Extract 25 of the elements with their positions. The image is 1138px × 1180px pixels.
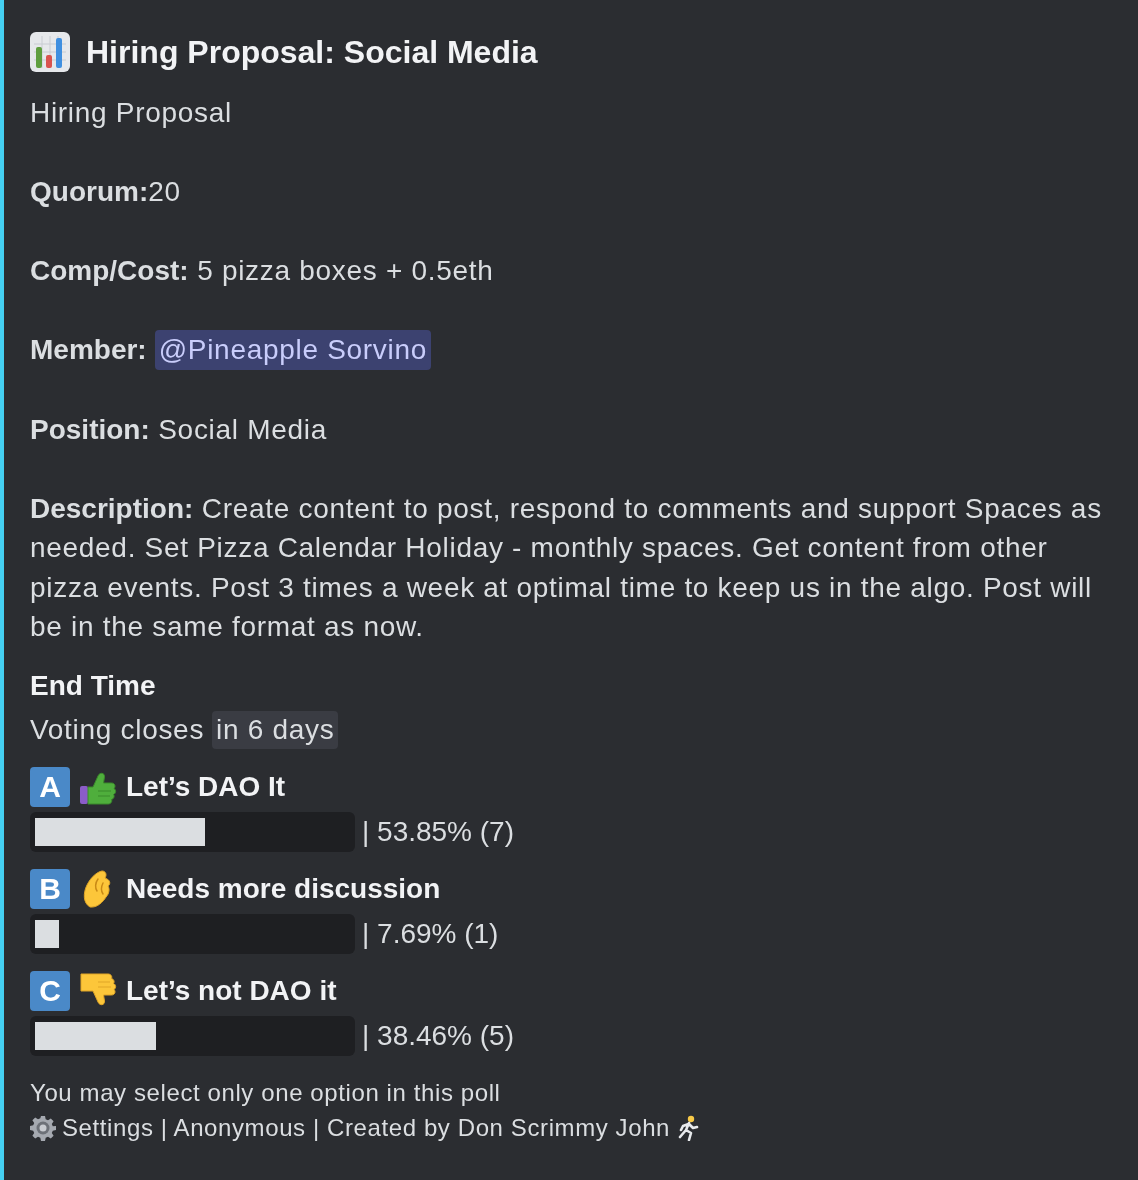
embed-text-line: Comp/Cost: 5 pizza boxes + 0.5eth bbox=[30, 254, 495, 288]
running-person-icon bbox=[676, 1114, 701, 1141]
option-label: Let’s DAO It bbox=[126, 770, 286, 805]
option-label: Needs more discussion bbox=[126, 872, 441, 907]
vote-result: | 53.85% (7) bbox=[362, 815, 515, 850]
field-name: End Time bbox=[30, 669, 157, 703]
option-letter: B bbox=[30, 869, 70, 909]
member-label: Member: bbox=[30, 334, 147, 365]
poll-meta: Settings | Anonymous | Created by Don Scrimmy John bbox=[62, 1113, 671, 1143]
embed-text-line: Hiring Proposal bbox=[30, 96, 233, 130]
vote-result: | 38.46% (5) bbox=[362, 1019, 515, 1054]
option-label: Let’s not DAO it bbox=[126, 974, 337, 1009]
relative-timestamp: in 6 days bbox=[212, 711, 339, 749]
poll-note: You may select only one option in this poll bbox=[30, 1078, 502, 1108]
vote-result: | 7.69% (1) bbox=[362, 917, 499, 952]
embed-text-line: Position: Social Media bbox=[30, 412, 328, 447]
embed-text-line: Quorum:20 bbox=[30, 175, 182, 209]
gear-icon bbox=[30, 1114, 56, 1141]
option-letter: C bbox=[30, 971, 70, 1011]
user-mention[interactable]: @Pineapple Sorvino bbox=[154, 330, 431, 370]
embed-title: Hiring Proposal: Social Media bbox=[86, 33, 538, 72]
bar-chart-icon bbox=[30, 32, 70, 72]
embed-text-line: Description: Create content to post, respond to comments and support Spaces as needed. Set Pizza Calendar Holiday - monthly spaces. Get content from other pizza events. Post 3 times a week at optimal time to keep us in the algo. Post will be in the same format as now. bbox=[30, 491, 1103, 644]
field-value-text: Voting closes bbox=[30, 714, 205, 745]
option-letter: A bbox=[30, 767, 70, 807]
